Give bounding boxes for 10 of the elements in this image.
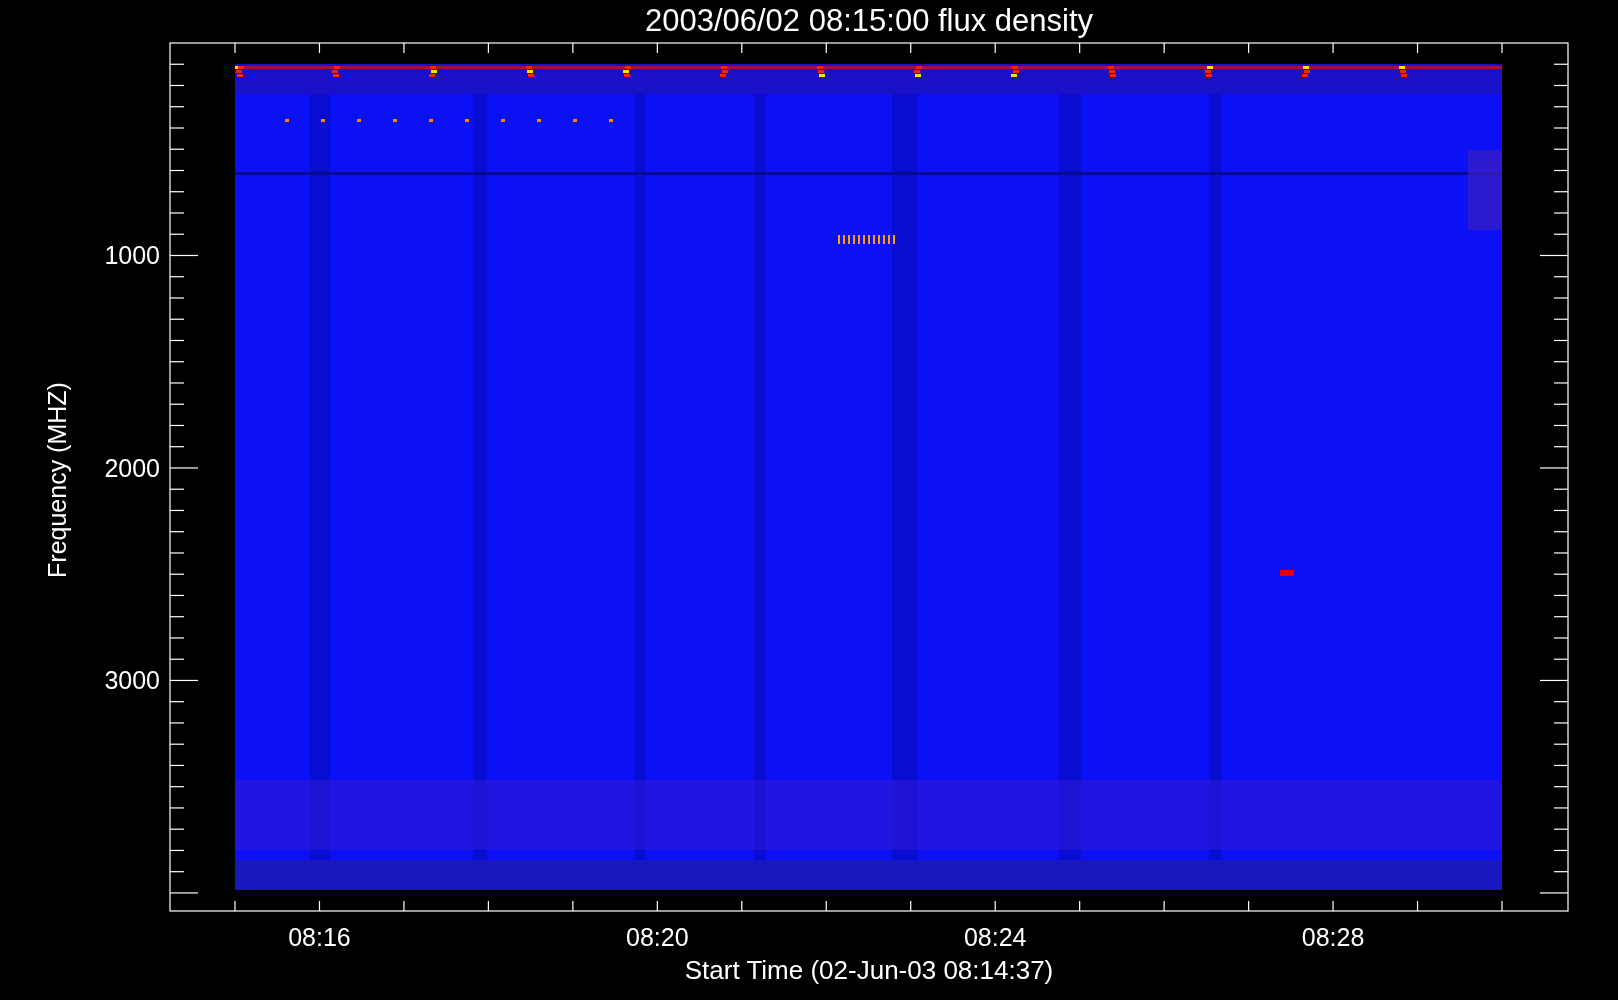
- x-tick-label: 08:24: [963, 923, 1027, 951]
- y-tick-label: 1000: [104, 241, 160, 270]
- x-tick-label: 08:20: [626, 923, 689, 951]
- plot-title: 2003/06/02 08:15:00 flux density: [644, 3, 1094, 38]
- y-axis-title: Frequency (MHZ): [43, 382, 71, 578]
- x-tick-label: 08:28: [1301, 923, 1365, 951]
- y-tick-label: 2000: [104, 453, 160, 482]
- x-tick-label: 08:16: [288, 923, 351, 951]
- y-tick-label: 3000: [104, 666, 160, 695]
- x-axis-title: Start Time (02-Jun-03 08:14:37): [684, 955, 1054, 985]
